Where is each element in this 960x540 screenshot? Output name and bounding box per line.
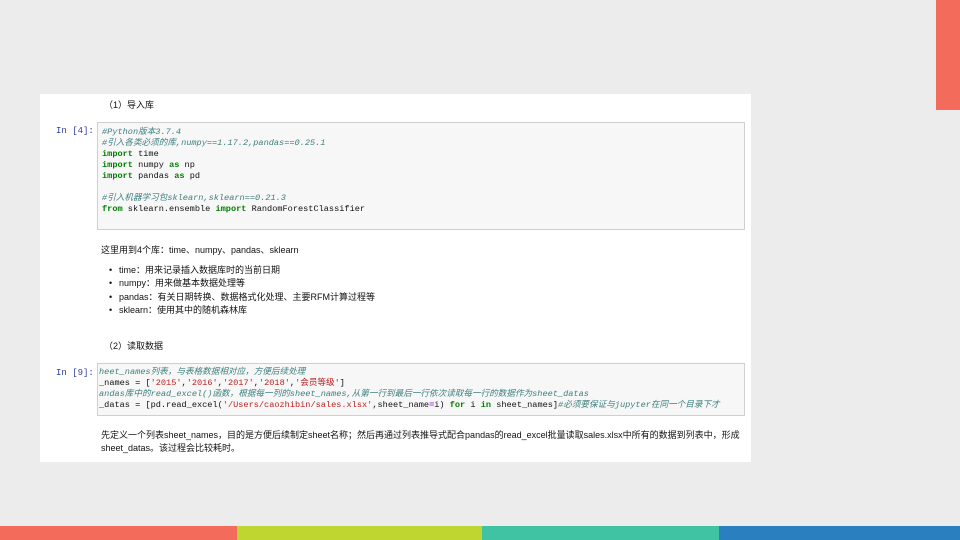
code-text: i	[465, 400, 481, 410]
code-keyword: from	[102, 204, 123, 214]
code-text: i)	[434, 400, 450, 410]
bottom-color-bar	[0, 526, 960, 540]
list-item: time：用来记录插入数据库时的当前日期	[109, 264, 375, 278]
code-text: time	[132, 149, 159, 159]
code-keyword: as	[169, 160, 180, 170]
code-line: andas库中的read_excel()函数，根据每一列的sheet_names…	[99, 389, 744, 400]
code-comment: heet_names列表，与表格数据相对应，方便后续处理	[99, 367, 306, 377]
code-comment: #必须要保证与jupyter在同一个目录下才	[558, 400, 720, 410]
code-cell-import[interactable]: #Python版本3.7.4 #引入各类必须的库,numpy==1.17.2,p…	[97, 122, 745, 230]
code-keyword: in	[480, 400, 492, 410]
code-keyword: for	[449, 400, 466, 410]
code-line: from sklearn.ensemble import RandomFores…	[102, 204, 744, 215]
code-text: RandomForestClassifier	[246, 204, 366, 214]
code-text: ,sheet_name	[372, 400, 430, 410]
code-string: '2018'	[258, 378, 290, 388]
code-comment: #Python版本3.7.4	[102, 127, 182, 137]
code-line: import time	[102, 149, 744, 160]
code-text: pandas	[132, 171, 175, 181]
code-line: #Python版本3.7.4	[102, 127, 744, 138]
libs-list: time：用来记录插入数据库时的当前日期 numpy：用来做基本数据处理等 pa…	[109, 264, 375, 318]
code-line: #引入各类必须的库,numpy==1.17.2,pandas==0.25.1	[102, 138, 744, 149]
code-comment: #引入机器学习包sklearn,sklearn==0.21.3	[102, 193, 286, 203]
code-line: _datas = [pd.read_excel('/Users/caozhibi…	[99, 400, 744, 411]
code-text: np	[179, 160, 195, 170]
code-text: numpy	[132, 160, 170, 170]
libs-intro-text: 这里用到4个库：time、numpy、pandas、sklearn	[101, 245, 299, 255]
code-text: pd	[184, 171, 201, 181]
code-comment: #引入各类必须的库,numpy==1.17.2,pandas==0.25.1	[102, 138, 326, 148]
corner-accent-bar	[936, 0, 960, 110]
list-item: pandas：有关日期转换、数据格式化处理、主要RFM计算过程等	[109, 291, 375, 305]
code-keyword: import	[102, 171, 133, 181]
cell-prompt: In [4]:	[56, 126, 94, 136]
section-heading-read: （2）读取数据	[104, 341, 164, 351]
bottom-bar-teal-segment	[482, 526, 719, 540]
code-text: sklearn.ensemble	[122, 204, 216, 214]
code-keyword: import	[102, 149, 133, 159]
code-string: '/Users/caozhibin/sales.xlsx'	[222, 400, 373, 410]
section-heading-import: （1）导入库	[104, 100, 155, 110]
code-line: import numpy as np	[102, 160, 744, 171]
read-description-text: 先定义一个列表sheet_names，目的是方便后续制定sheet名称；然后再通…	[101, 430, 740, 453]
code-text: sheet_names]	[491, 400, 559, 410]
code-string: '2016'	[186, 378, 218, 388]
code-line: heet_names列表，与表格数据相对应，方便后续处理	[99, 367, 744, 378]
bottom-bar-blue-segment	[719, 526, 960, 540]
cell-prompt: In [9]:	[56, 368, 94, 378]
bottom-bar-red-segment	[0, 526, 237, 540]
code-comment: andas库中的read_excel()函数，根据每一列的sheet_names…	[99, 389, 589, 399]
code-keyword: import	[102, 160, 133, 170]
code-keyword: import	[215, 204, 247, 214]
bottom-bar-green-segment	[237, 526, 482, 540]
notebook-screenshot: （1）导入库 In [4]: #Python版本3.7.4 #引入各类必须的库,…	[40, 94, 751, 462]
code-string: '会员等级'	[295, 378, 340, 388]
code-cell-read[interactable]: heet_names列表，与表格数据相对应，方便后续处理 _names = ['…	[97, 363, 745, 416]
code-string: '2017'	[222, 378, 254, 388]
code-keyword: as	[174, 171, 185, 181]
list-item: sklearn：使用其中的随机森林库	[109, 304, 375, 318]
code-string: '2015'	[150, 378, 182, 388]
code-line: _names = ['2015','2016','2017','2018','会…	[99, 378, 345, 388]
code-text: _names = [	[99, 378, 151, 388]
code-text: _datas = [pd.read_excel(	[99, 400, 223, 410]
code-line: #引入机器学习包sklearn,sklearn==0.21.3	[102, 193, 744, 204]
code-text: ]	[339, 378, 345, 388]
code-line: import pandas as pd	[102, 171, 744, 182]
list-item: numpy：用来做基本数据处理等	[109, 277, 375, 291]
